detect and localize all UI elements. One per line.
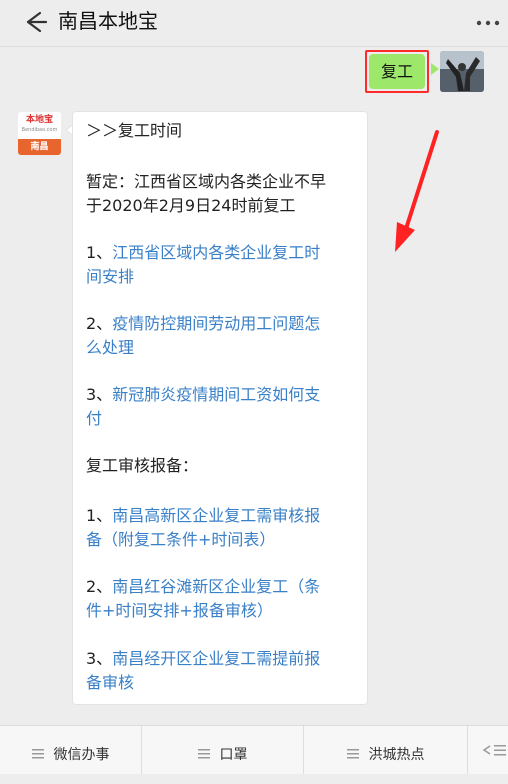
- top-bar: 南昌本地宝: [0, 0, 508, 47]
- message-line: ＞＞复工时间: [86, 121, 183, 140]
- list-number: 3、: [86, 385, 113, 404]
- menu-item-wechat-services[interactable]: 微信办事: [0, 726, 141, 774]
- message-line: 于2020年2月9日24时前复工: [86, 196, 296, 215]
- link-text[interactable]: 件+时间安排+报备审核）: [86, 599, 273, 623]
- list-number: 2、: [86, 577, 113, 596]
- section-heading: 复工审核报备：: [86, 456, 199, 475]
- logo-city-text: 南昌: [18, 139, 61, 155]
- logo-site-text: Bendibao.com: [21, 127, 58, 133]
- link-text[interactable]: 南昌红谷滩新区企业复工（条: [112, 577, 320, 596]
- sent-message-bubble[interactable]: 复工: [369, 54, 425, 89]
- list-number: 1、: [86, 506, 113, 525]
- sent-bubble-tail: [431, 63, 439, 75]
- more-icon[interactable]: [476, 20, 500, 26]
- link-text[interactable]: 备审核: [86, 671, 134, 695]
- menu-item-label: 口罩: [219, 747, 248, 763]
- link-text[interactable]: 新冠肺炎疫情期间工资如何支: [112, 385, 320, 404]
- menu-item-label: 洪城热点: [368, 747, 425, 763]
- user-avatar[interactable]: [440, 51, 484, 92]
- list-number: 3、: [86, 649, 113, 668]
- bottom-menu-bar: 微信办事 口罩 洪城热点: [0, 725, 508, 774]
- list-item: 3、南昌经开区企业复工需提前报: [86, 647, 320, 671]
- link-text[interactable]: 么处理: [86, 336, 134, 360]
- menu-item-hot-topics[interactable]: 洪城热点: [304, 726, 467, 774]
- logo-brand-text: 本地宝: [25, 115, 53, 125]
- link-text[interactable]: 疫情防控期间劳动用工问题怎: [112, 314, 320, 333]
- link-text[interactable]: 南昌经开区企业复工需提前报: [112, 649, 320, 668]
- logo-top-area: 本地宝 Bendibao.com: [18, 112, 61, 139]
- menu-item-label: 微信办事: [53, 747, 110, 763]
- keyboard-toggle-icon[interactable]: [468, 726, 508, 774]
- link-text[interactable]: 间安排: [86, 265, 134, 289]
- page-title: 南昌本地宝: [58, 9, 158, 33]
- menu-item-masks[interactable]: 口罩: [142, 726, 303, 774]
- official-account-avatar[interactable]: 本地宝 Bendibao.com 南昌: [18, 112, 61, 155]
- sent-message-highlight: 复工: [365, 50, 429, 93]
- menu-list-icon: [31, 749, 44, 759]
- menu-list-icon: [346, 749, 359, 759]
- annotation-arrow-icon: [395, 130, 439, 252]
- list-number: 2、: [86, 314, 113, 333]
- message-line: 暂定：江西省区域内各类企业不早: [86, 172, 327, 191]
- list-item: 1、南昌高新区企业复工需审核报: [86, 504, 320, 528]
- list-item: 2、南昌红谷滩新区企业复工（条: [86, 575, 320, 599]
- list-number: 1、: [86, 243, 113, 262]
- link-text[interactable]: 付: [86, 407, 102, 431]
- list-item: 2、疫情防控期间劳动用工问题怎: [86, 312, 320, 336]
- menu-list-icon: [197, 749, 210, 759]
- link-text[interactable]: 南昌高新区企业复工需审核报: [112, 506, 320, 525]
- link-text[interactable]: 备（附复工条件+时间表）: [86, 528, 275, 552]
- list-item: 3、新冠肺炎疫情期间工资如何支: [86, 383, 320, 407]
- link-text[interactable]: 江西省区域内各类企业复工时: [112, 243, 320, 262]
- back-arrow-icon[interactable]: [18, 5, 52, 39]
- list-item: 1、江西省区域内各类企业复工时: [86, 241, 320, 265]
